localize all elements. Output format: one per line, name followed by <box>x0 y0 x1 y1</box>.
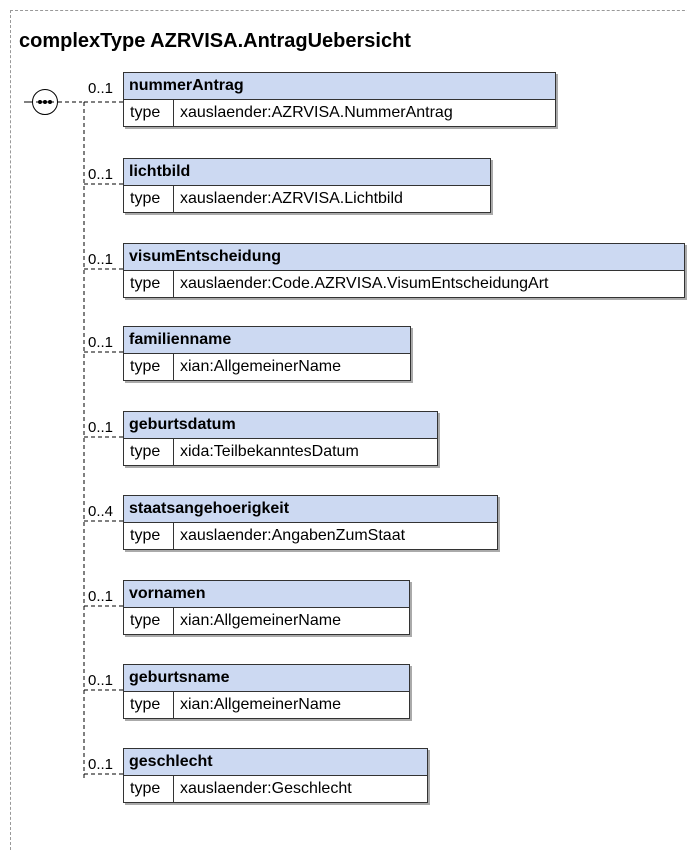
element-box[interactable]: geburtsdatum type xida:TeilbekanntesDatum <box>123 411 438 466</box>
cardinality-label: 0..1 <box>88 672 114 689</box>
element-name: geburtsdatum <box>124 412 437 439</box>
element-box[interactable]: geburtsname type xian:AllgemeinerName <box>123 664 410 719</box>
type-key: type <box>124 186 174 212</box>
element-name: geschlecht <box>124 749 427 776</box>
element-box[interactable]: vornamen type xian:AllgemeinerName <box>123 580 410 635</box>
type-value: xian:AllgemeinerName <box>180 612 341 629</box>
element-type-row: type xauslaender:AZRVISA.NummerAntrag <box>124 100 555 126</box>
type-value: xida:TeilbekanntesDatum <box>180 443 359 460</box>
type-value: xian:AllgemeinerName <box>180 358 341 375</box>
cardinality-label: 0..1 <box>88 419 114 436</box>
element-box[interactable]: visumEntscheidung type xauslaender:Code.AZ… <box>123 243 685 298</box>
element-box[interactable]: geschlecht type xauslaender:Geschlecht <box>123 748 428 803</box>
element-name: lichtbild <box>124 159 490 186</box>
element-name: vornamen <box>124 581 409 608</box>
element-type-row: type xian:AllgemeinerName <box>124 608 409 634</box>
element-name: familienname <box>124 327 410 354</box>
type-key: type <box>124 354 174 380</box>
element-type-row: type xauslaender:Code.AZRVISA.VisumEntsch… <box>124 271 684 297</box>
cardinality-label: 0..1 <box>88 80 114 97</box>
element-box[interactable]: staatsangehoerigkeit type xauslaender:Anga… <box>123 495 498 550</box>
cardinality-label: 0..1 <box>88 166 114 183</box>
cardinality-label: 0..1 <box>88 588 114 605</box>
cardinality-label: 0..1 <box>88 756 114 773</box>
type-key: type <box>124 523 174 549</box>
type-value: xian:AllgemeinerName <box>180 696 341 713</box>
element-type-row: type xauslaender:Geschlecht <box>124 776 427 802</box>
type-key: type <box>124 271 174 297</box>
element-box[interactable]: nummerAntrag type xauslaender:AZRVISA.Numm… <box>123 72 556 127</box>
cardinality-label: 0..1 <box>88 334 114 351</box>
element-type-row: type xauslaender:AngabenZumStaat <box>124 523 497 549</box>
type-key: type <box>124 692 174 718</box>
element-name: staatsangehoerigkeit <box>124 496 497 523</box>
type-key: type <box>124 776 174 802</box>
type-value: xauslaender:AZRVISA.NummerAntrag <box>180 104 453 121</box>
cardinality-label: 0..4 <box>88 503 114 520</box>
element-box[interactable]: familienname type xian:AllgemeinerName <box>123 326 411 381</box>
cardinality-label: 0..1 <box>88 251 114 268</box>
element-type-row: type xian:AllgemeinerName <box>124 692 409 718</box>
element-type-row: type xauslaender:AZRVISA.Lichtbild <box>124 186 490 212</box>
element-type-row: type xian:AllgemeinerName <box>124 354 410 380</box>
type-value: xauslaender:AZRVISA.Lichtbild <box>180 190 403 207</box>
element-name: geburtsname <box>124 665 409 692</box>
element-name: visumEntscheidung <box>124 244 684 271</box>
element-box[interactable]: lichtbild type xauslaender:AZRVISA.Lichtbi… <box>123 158 491 213</box>
type-value: xauslaender:Geschlecht <box>180 780 352 797</box>
type-value: xauslaender:Code.AZRVISA.VisumEntscheidu… <box>180 275 549 292</box>
element-type-row: type xida:TeilbekanntesDatum <box>124 439 437 465</box>
type-key: type <box>124 439 174 465</box>
type-key: type <box>124 100 174 126</box>
element-name: nummerAntrag <box>124 73 555 100</box>
type-key: type <box>124 608 174 634</box>
sequence-compositor-icon <box>32 89 58 115</box>
type-value: xauslaender:AngabenZumStaat <box>180 527 406 544</box>
